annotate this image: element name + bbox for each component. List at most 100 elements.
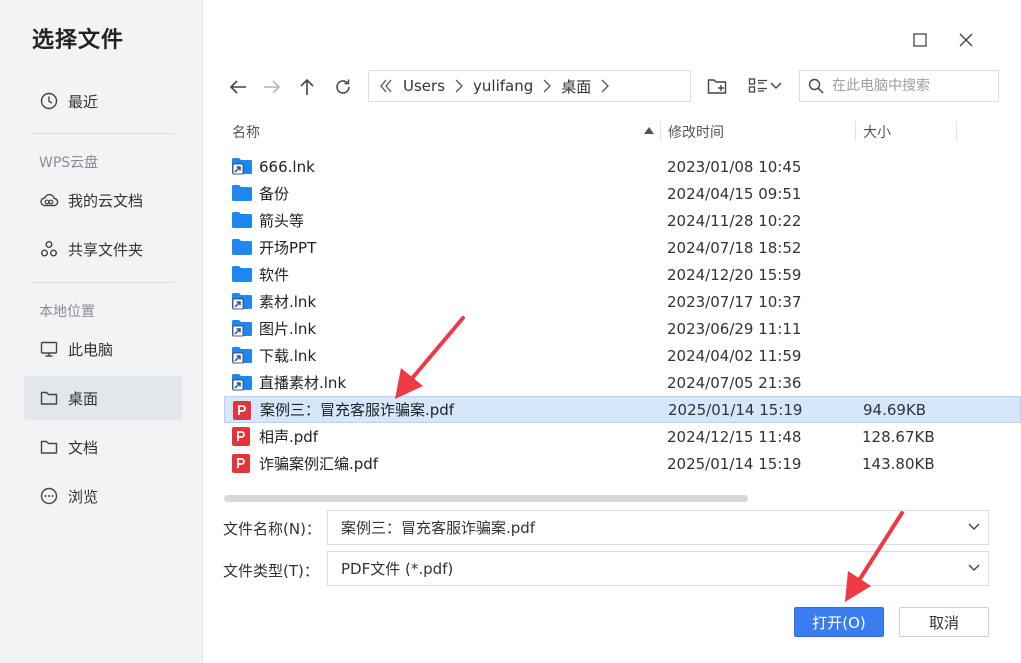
cloud-icon [38,189,60,211]
pdf-file-icon [232,454,252,473]
file-name: 相声.pdf [259,428,319,446]
file-modified: 2024/12/20 15:59 [667,265,802,284]
share-icon [38,238,60,260]
refresh-icon [336,79,350,94]
section-cloud: WPS云盘 [39,155,99,171]
file-name: 箭头等 [259,212,305,230]
filename-label: 文件名称(N)： [223,520,321,538]
list-view-icon [748,78,767,93]
new-folder-icon [707,79,727,94]
search-input[interactable] [832,78,992,94]
maximize-icon [913,33,927,47]
column-separator[interactable] [660,121,661,141]
folder-icon [232,238,252,257]
breadcrumb-item-user[interactable]: yulifang [473,77,533,95]
folder-icon [232,265,252,284]
file-row[interactable]: 直播素材.lnk 2024/07/05 21:36 [224,369,1021,396]
file-row[interactable]: 素材.lnk 2023/07/17 10:37 [224,288,1021,315]
file-row[interactable]: 666.lnk 2023/01/08 10:45 [224,153,1021,180]
horizontal-scrollbar[interactable] [224,495,748,502]
file-name: 开场PPT [259,239,317,257]
file-modified: 2023/06/29 11:11 [667,319,802,338]
up-button[interactable] [292,72,322,102]
sidebar-item-label: 最近 [68,92,99,111]
sidebar-divider [30,282,174,283]
file-name: 图片.lnk [259,320,317,338]
file-row[interactable]: 图片.lnk 2023/06/29 11:11 [224,315,1021,342]
column-separator[interactable] [956,121,957,141]
file-row[interactable]: 下载.lnk 2024/04/02 11:59 [224,342,1021,369]
sidebar-item-desktop[interactable]: 桌面 [24,376,182,420]
file-modified: 2024/04/15 09:51 [667,184,802,203]
close-icon [959,33,973,47]
file-row[interactable]: 箭头等 2024/11/28 10:22 [224,207,1021,234]
breadcrumb-item-desktop[interactable]: 桌面 [561,76,591,97]
folder-icon [232,211,252,230]
chevron-right-icon [455,79,463,93]
sidebar-item-this-pc[interactable]: 此电脑 [24,327,182,371]
filetype-select[interactable]: PDF文件 (*.pdf) [327,551,989,586]
back-button[interactable] [223,72,253,102]
arrow-right-icon [264,80,281,94]
search-icon [808,78,824,94]
sidebar-item-recent[interactable]: 最近 [24,79,182,123]
file-name: 诈骗案例汇编.pdf [259,455,379,473]
sidebar-item-label: 我的云文档 [68,191,144,210]
sidebar-item-label: 浏览 [68,487,99,506]
file-size: 94.69KB [863,400,927,419]
open-button[interactable]: 打开(O) [794,607,884,637]
pdf-file-icon [232,427,252,446]
section-local: 本地位置 [39,304,95,320]
sidebar-item-browse[interactable]: 浏览 [24,474,182,518]
sidebar-item-label: 桌面 [68,389,99,408]
file-modified: 2025/01/14 15:19 [668,400,803,419]
file-row[interactable]: 诈骗案例汇编.pdf 2025/01/14 15:19 143.80KB [224,450,1021,477]
breadcrumb-item-users[interactable]: Users [403,77,445,95]
chevron-right-icon[interactable] [601,79,610,93]
search-box[interactable] [799,70,999,102]
sidebar-divider [30,133,174,134]
pdf-file-icon [233,401,253,420]
forward-button[interactable] [257,72,287,102]
filename-value: 案例三：冒充客服诈骗案.pdf [341,519,536,537]
breadcrumb-overflow-icon[interactable] [379,79,393,93]
file-name: 直播素材.lnk [259,374,347,392]
column-header-modified[interactable]: 修改时间 [668,122,724,142]
file-modified: 2024/11/28 10:22 [667,211,802,230]
file-name: 素材.lnk [259,293,317,311]
column-header-name[interactable]: 名称 [232,122,260,142]
column-header-size[interactable]: 大小 [863,122,891,142]
file-row[interactable]: 相声.pdf 2024/12/15 11:48 128.67KB [224,423,1021,450]
refresh-button[interactable] [328,72,358,102]
file-row[interactable]: 软件 2024/12/20 15:59 [224,261,1021,288]
filetype-label: 文件类型(T)： [223,562,319,580]
column-separator[interactable] [855,121,856,141]
sidebar-item-documents[interactable]: 文档 [24,425,182,469]
file-row-selected[interactable]: 案例三：冒充客服诈骗案.pdf 2025/01/14 15:19 94.69KB [224,396,1021,423]
breadcrumb: Users yulifang 桌面 [368,70,691,102]
cancel-button[interactable]: 取消 [899,607,989,637]
new-folder-button[interactable] [704,72,730,100]
shortcut-icon [232,319,252,338]
file-name: 软件 [259,266,290,284]
filename-field[interactable]: 案例三：冒充客服诈骗案.pdf [327,510,989,545]
folder-icon [232,184,252,203]
chevron-down-icon [770,82,782,89]
folder-icon [38,436,60,458]
shortcut-icon [232,292,252,311]
sidebar: 选择文件 最近 WPS云盘 我的云文档 共享文件夹 本地位置 此电脑 桌面 文档… [0,0,203,663]
sidebar-item-shared[interactable]: 共享文件夹 [24,227,182,271]
sidebar-item-my-cloud[interactable]: 我的云文档 [24,178,182,222]
monitor-icon [38,338,60,360]
more-icon [38,485,60,507]
sidebar-item-label: 共享文件夹 [68,240,144,259]
sort-ascending-icon[interactable] [644,127,654,134]
clock-icon [38,90,60,112]
filetype-value: PDF文件 (*.pdf) [341,560,454,578]
file-row[interactable]: 备份 2024/04/15 09:51 [224,180,1021,207]
view-mode-button[interactable] [745,72,785,100]
close-button[interactable] [953,27,979,53]
maximize-button[interactable] [907,27,933,53]
shortcut-icon [232,373,252,392]
file-row[interactable]: 开场PPT 2024/07/18 18:52 [224,234,1021,261]
